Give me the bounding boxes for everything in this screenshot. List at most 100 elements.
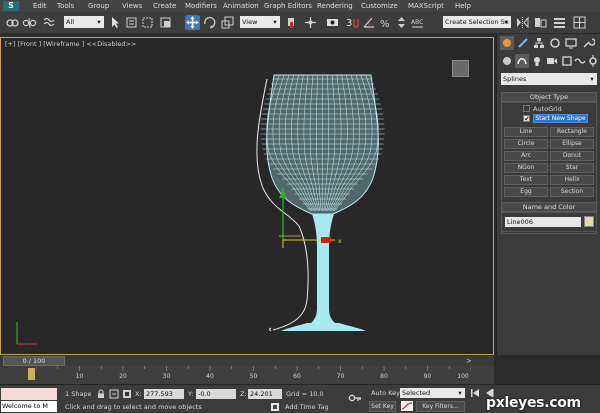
object-type-rollout-header[interactable]: Object Type — [501, 92, 597, 102]
percent-snap-icon[interactable]: % — [378, 15, 393, 30]
cameras-icon[interactable] — [545, 54, 559, 68]
menu-group[interactable]: Group — [88, 1, 109, 11]
line-button[interactable]: Line — [504, 127, 548, 137]
x-coord-label: X: — [135, 390, 142, 398]
time-slider-next-icon[interactable]: > — [466, 357, 472, 365]
z-coord-field[interactable]: 24.201 — [248, 389, 282, 399]
trackbar-key-icon[interactable] — [28, 368, 35, 380]
object-name-field[interactable]: Line006 — [505, 217, 581, 227]
menu-tools[interactable]: Tools — [57, 1, 74, 11]
key-filters-button[interactable]: Key Filters... — [416, 401, 465, 412]
time-slider-thumb[interactable]: 0 / 100 — [3, 356, 65, 366]
track-tick-label: 80 — [380, 373, 388, 380]
keyboard-shortcut-override-icon[interactable] — [325, 15, 340, 30]
menu-maxscript[interactable]: MAXScript — [408, 1, 444, 11]
track-tick-label: 10 — [76, 373, 84, 380]
graphite-modeling-tools-icon[interactable] — [572, 15, 587, 30]
lights-icon[interactable] — [530, 54, 544, 68]
ngon-button[interactable]: NGon — [504, 163, 548, 173]
helix-button[interactable]: Helix — [550, 175, 594, 185]
edit-named-selection-icon[interactable]: ABC — [410, 15, 425, 30]
spinner-snap-icon[interactable] — [394, 15, 409, 30]
y-coord-field[interactable]: -0.0 — [196, 389, 236, 399]
start-new-shape-button[interactable]: Start New Shape — [533, 114, 588, 123]
select-and-move-icon[interactable] — [185, 15, 200, 30]
named-selection-sets-dropdown[interactable]: Create Selection Se ▾ — [443, 16, 511, 28]
menu-edit[interactable]: Edit — [33, 1, 47, 11]
text-button[interactable]: Text — [504, 175, 548, 185]
unlink-icon[interactable] — [22, 15, 37, 30]
rectangle-button[interactable]: Rectangle — [550, 127, 594, 137]
menu-customize[interactable]: Customize — [361, 1, 398, 11]
rectangular-selection-icon[interactable] — [140, 15, 155, 30]
align-icon[interactable] — [533, 15, 548, 30]
section-button[interactable]: Section — [550, 187, 594, 197]
menu-modifiers[interactable]: Modifiers — [185, 1, 217, 11]
transform-type-in-icon[interactable] — [122, 389, 132, 399]
utilities-tab-icon[interactable] — [581, 36, 595, 50]
selection-filter-dropdown[interactable]: All ▾ — [64, 16, 104, 28]
time-slider[interactable]: 0 / 100 > — [0, 356, 494, 366]
ellipse-button[interactable]: Ellipse — [550, 139, 594, 149]
egg-button[interactable]: Egg — [504, 187, 548, 197]
prompt-line: Click and drag to select and move object… — [65, 403, 202, 411]
maxscript-input[interactable]: Welcome to M — [1, 401, 57, 412]
reference-coordinate-dropdown[interactable]: View ▾ — [240, 16, 280, 28]
bind-to-space-warp-icon[interactable] — [42, 15, 57, 30]
auto-key-button[interactable]: Auto Key — [371, 389, 400, 397]
absolute-mode-icon[interactable] — [109, 389, 119, 399]
object-color-swatch[interactable] — [584, 216, 594, 227]
app-logo[interactable]: S — [3, 1, 19, 11]
category-value: Splines — [503, 75, 527, 83]
donut-button[interactable]: Donut — [550, 151, 594, 161]
shapes-icon[interactable] — [515, 54, 529, 68]
menu-animation[interactable]: Animation — [223, 1, 259, 11]
snaps-toggle-icon[interactable]: 3 — [345, 15, 360, 30]
start-new-shape-checkbox[interactable] — [523, 115, 530, 122]
display-tab-icon[interactable] — [564, 36, 578, 50]
select-by-name-icon[interactable] — [124, 15, 139, 30]
space-warps-icon[interactable] — [573, 54, 587, 68]
hierarchy-tab-icon[interactable] — [532, 36, 546, 50]
add-time-tag[interactable]: Add Time Tag — [285, 403, 329, 411]
name-and-color-rollout-header[interactable]: Name and Color — [501, 202, 597, 212]
go-to-start-icon[interactable] — [470, 388, 480, 398]
z-coord-label: Z: — [240, 390, 247, 398]
default-tangent-icon[interactable] — [401, 401, 413, 411]
star-button[interactable]: Star — [550, 163, 594, 173]
use-pivot-center-icon[interactable] — [284, 15, 299, 30]
set-key-button[interactable]: Set Key — [369, 401, 396, 412]
create-tab-icon[interactable] — [500, 36, 514, 50]
select-object-icon[interactable] — [108, 15, 123, 30]
lock-selection-icon[interactable] — [96, 389, 106, 399]
select-and-rotate-icon[interactable] — [202, 15, 217, 30]
autogrid-checkbox[interactable] — [523, 105, 530, 112]
track-bar[interactable]: 10 20 30 40 50 60 70 80 90 100 — [0, 366, 494, 384]
select-and-manipulate-icon[interactable] — [303, 15, 318, 30]
menu-graph-editors[interactable]: Graph Editors — [264, 1, 312, 11]
motion-tab-icon[interactable] — [548, 36, 562, 50]
modify-tab-icon[interactable] — [516, 36, 530, 50]
select-and-link-icon[interactable] — [5, 15, 20, 30]
angle-snap-icon[interactable] — [362, 15, 377, 30]
systems-icon[interactable] — [586, 54, 600, 68]
geometry-icon[interactable] — [500, 54, 514, 68]
menu-help[interactable]: Help — [455, 1, 471, 11]
arc-button[interactable]: Arc — [504, 151, 548, 161]
maxscript-listener-mini[interactable] — [1, 388, 57, 400]
circle-button[interactable]: Circle — [504, 139, 548, 149]
category-dropdown[interactable]: Splines ▾ — [501, 73, 597, 85]
mirror-icon[interactable] — [515, 15, 530, 30]
front-viewport[interactable]: [+] [Front ] [Wireframe ] <<Disabled>> x — [0, 37, 494, 355]
select-and-scale-icon[interactable] — [220, 15, 235, 30]
menu-create[interactable]: Create — [153, 1, 176, 11]
layer-manager-icon[interactable] — [552, 15, 567, 30]
window-crossing-icon[interactable] — [158, 15, 173, 30]
key-mode-dropdown[interactable]: Selected ▾ — [400, 388, 465, 398]
set-key-mode-icon[interactable] — [348, 393, 362, 403]
time-tag-icon[interactable] — [270, 402, 280, 412]
x-coord-field[interactable]: 277.593 — [144, 389, 184, 399]
helpers-icon[interactable] — [560, 54, 574, 68]
menu-rendering[interactable]: Rendering — [317, 1, 353, 11]
menu-views[interactable]: Views — [122, 1, 142, 11]
